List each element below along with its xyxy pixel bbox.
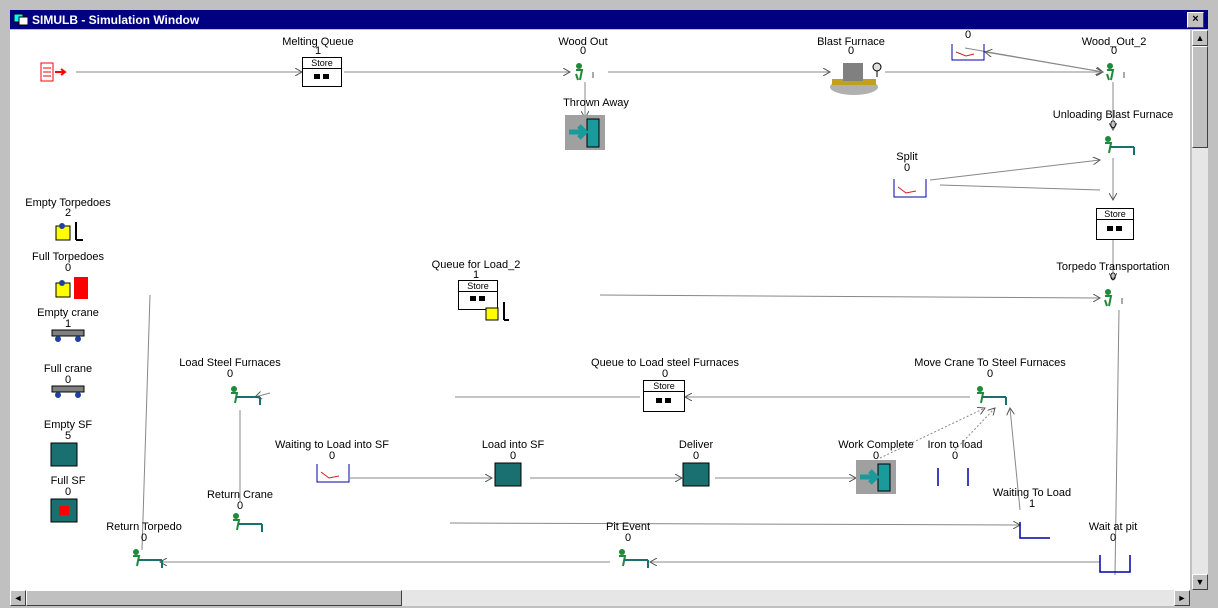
horizontal-scrollbar[interactable]: ◄ ► xyxy=(10,590,1190,606)
steel-furnace-icon[interactable] xyxy=(50,442,78,467)
scroll-down-button[interactable]: ▼ xyxy=(1192,574,1208,590)
steel-furnace-full-icon[interactable] xyxy=(50,498,78,523)
crane-icon[interactable] xyxy=(50,384,86,398)
simulation-canvas[interactable]: Melting Queue 1 Store Wood Out 0 Thrown … xyxy=(10,30,1190,590)
melting-queue-count: 1 xyxy=(314,45,322,57)
app-icon xyxy=(14,13,28,26)
full-torpedoes-count: 0 xyxy=(64,262,72,274)
blast-store-icon[interactable]: Store xyxy=(1096,208,1134,240)
full-sf-count: 0 xyxy=(64,486,72,498)
title-bar[interactable]: SIMULB - Simulation Window × xyxy=(10,10,1208,29)
iron-to-load-count: 0 xyxy=(951,450,959,462)
scroll-right-button[interactable]: ► xyxy=(1174,590,1190,606)
store-label: Store xyxy=(1097,209,1133,220)
crane-operator-icon[interactable] xyxy=(972,385,1010,407)
torpedo-transportation-count: 0 xyxy=(1109,271,1117,283)
worker-icon[interactable] xyxy=(571,62,599,84)
scroll-up-button[interactable]: ▲ xyxy=(1192,30,1208,46)
empty-sf-count: 5 xyxy=(64,430,72,442)
store-label: Store xyxy=(303,58,341,69)
crane-operator-icon[interactable] xyxy=(226,385,264,407)
simulation-window: SIMULB - Simulation Window × Melting Que… xyxy=(0,0,1218,608)
queue-bin-icon[interactable] xyxy=(950,42,986,62)
worker-icon[interactable] xyxy=(1102,62,1130,84)
steel-furnace-icon[interactable] xyxy=(682,462,710,487)
vertical-scrollbar[interactable]: ▲ ▼ xyxy=(1192,30,1208,590)
crane-icon[interactable] xyxy=(50,328,86,342)
crane-operator-icon[interactable] xyxy=(614,548,652,570)
thrown-away-label: Thrown Away xyxy=(563,97,629,109)
unloading-blast-furnace-count: 0 xyxy=(1109,119,1117,131)
queue-bin-icon[interactable] xyxy=(315,462,351,484)
scroll-left-button[interactable]: ◄ xyxy=(10,590,26,606)
torpedo-car-icon[interactable] xyxy=(54,220,84,245)
source-generator-icon[interactable] xyxy=(40,62,68,84)
waiting-to-load-into-sf-count: 0 xyxy=(328,450,336,462)
steel-furnace-icon[interactable] xyxy=(494,462,522,487)
empty-torpedoes-count: 2 xyxy=(64,207,72,219)
melting-queue-store-icon[interactable]: Store xyxy=(302,57,342,87)
crane-operator-icon[interactable] xyxy=(1100,135,1138,157)
connection-lines xyxy=(76,47,1131,576)
wait-at-pit-count: 0 xyxy=(1109,532,1117,544)
store-label: Store xyxy=(459,281,497,292)
return-torpedo-count: 0 xyxy=(140,532,148,544)
top-queue-count: 0 xyxy=(964,30,972,41)
exit-door-icon[interactable] xyxy=(565,115,605,150)
crane-operator-icon[interactable] xyxy=(128,548,166,570)
blast-furnace-count: 0 xyxy=(847,45,855,57)
queue-to-load-steel-furnaces-store-icon[interactable]: Store xyxy=(643,380,685,412)
wood-out-2-count: 0 xyxy=(1110,45,1118,57)
waiting-to-load-count: 1 xyxy=(1028,498,1036,510)
torpedo-car-full-icon[interactable] xyxy=(54,275,92,301)
pit-event-count: 0 xyxy=(624,532,632,544)
worker-icon[interactable] xyxy=(1100,288,1128,310)
load-steel-furnaces-count: 0 xyxy=(226,368,234,380)
crane-operator-icon[interactable] xyxy=(228,512,266,534)
load-into-sf-count: 0 xyxy=(509,450,517,462)
horizontal-scroll-thumb[interactable] xyxy=(26,590,402,606)
wood-out-count: 0 xyxy=(579,45,587,57)
close-button[interactable]: × xyxy=(1187,12,1204,28)
split-count: 0 xyxy=(903,162,911,174)
scroll-corner xyxy=(1192,590,1208,606)
return-crane-count: 0 xyxy=(236,500,244,512)
deliver-count: 0 xyxy=(692,450,700,462)
exit-door-icon[interactable] xyxy=(856,460,896,494)
queue-bin-icon[interactable] xyxy=(892,177,928,199)
move-crane-count: 0 xyxy=(986,368,994,380)
window-title: SIMULB - Simulation Window xyxy=(32,13,200,27)
torpedo-car-icon xyxy=(485,302,509,321)
queue-to-load-steel-furnaces-count: 0 xyxy=(661,368,669,380)
blast-furnace-icon[interactable] xyxy=(828,57,886,97)
vertical-scroll-thumb[interactable] xyxy=(1192,46,1208,148)
store-label: Store xyxy=(644,381,684,392)
